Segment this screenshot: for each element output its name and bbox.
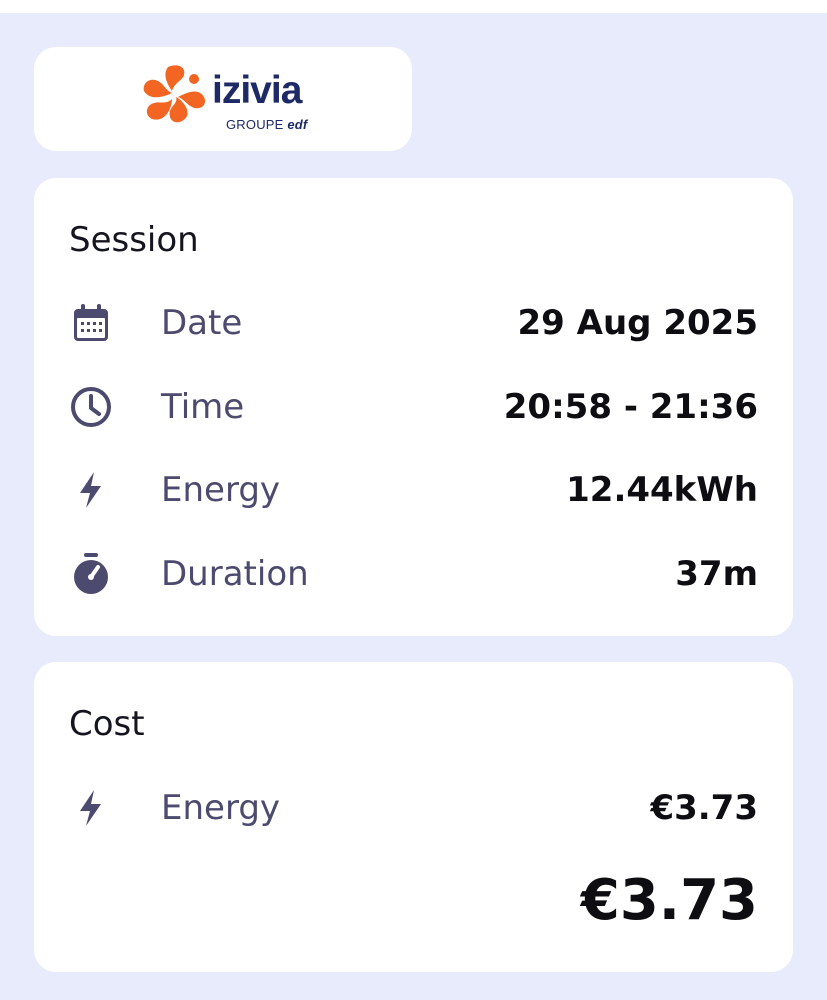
lightning-icon [70,787,112,829]
izivia-logo-mark-icon [138,61,210,129]
session-row-time: Time 20:58 - 21:36 [34,382,793,432]
session-row-label: Time [161,387,245,427]
session-row-label: Date [161,303,243,343]
cost-total: €3.73 [580,868,758,933]
session-row-value: 12.44kWh [566,470,758,510]
stopwatch-icon [70,553,112,595]
brand-group-prefix: GROUPE [226,117,284,132]
clock-icon [70,386,112,428]
brand-group: GROUPE edf [226,118,307,132]
calendar-icon [70,302,112,344]
session-card: Session Date 29 Aug 2025 Time 20:58 - 21… [34,178,793,636]
brand-group-name: edf [287,117,308,132]
session-row-value: 37m [675,554,758,594]
session-row-duration: Duration 37m [34,549,793,599]
session-row-energy: Energy 12.44kWh [34,465,793,515]
receipt-page: izivia GROUPE edf Session Date 29 Aug 20… [0,0,827,1000]
lightning-icon [70,469,112,511]
cost-row-label: Energy [161,788,281,828]
session-row-value: 20:58 - 21:36 [503,387,758,427]
cost-row-value: €3.73 [650,788,758,828]
cost-card: Cost Energy €3.73 €3.73 [34,662,793,972]
session-row-value: 29 Aug 2025 [517,303,758,343]
brand-name: izivia [212,69,302,112]
session-row-date: Date 29 Aug 2025 [34,298,793,348]
session-title: Session [69,220,199,260]
cost-row-energy: Energy €3.73 [34,783,793,833]
session-row-label: Energy [161,470,281,510]
brand-logo-card: izivia GROUPE edf [34,47,412,151]
session-row-label: Duration [161,554,309,594]
cost-title: Cost [69,704,145,744]
